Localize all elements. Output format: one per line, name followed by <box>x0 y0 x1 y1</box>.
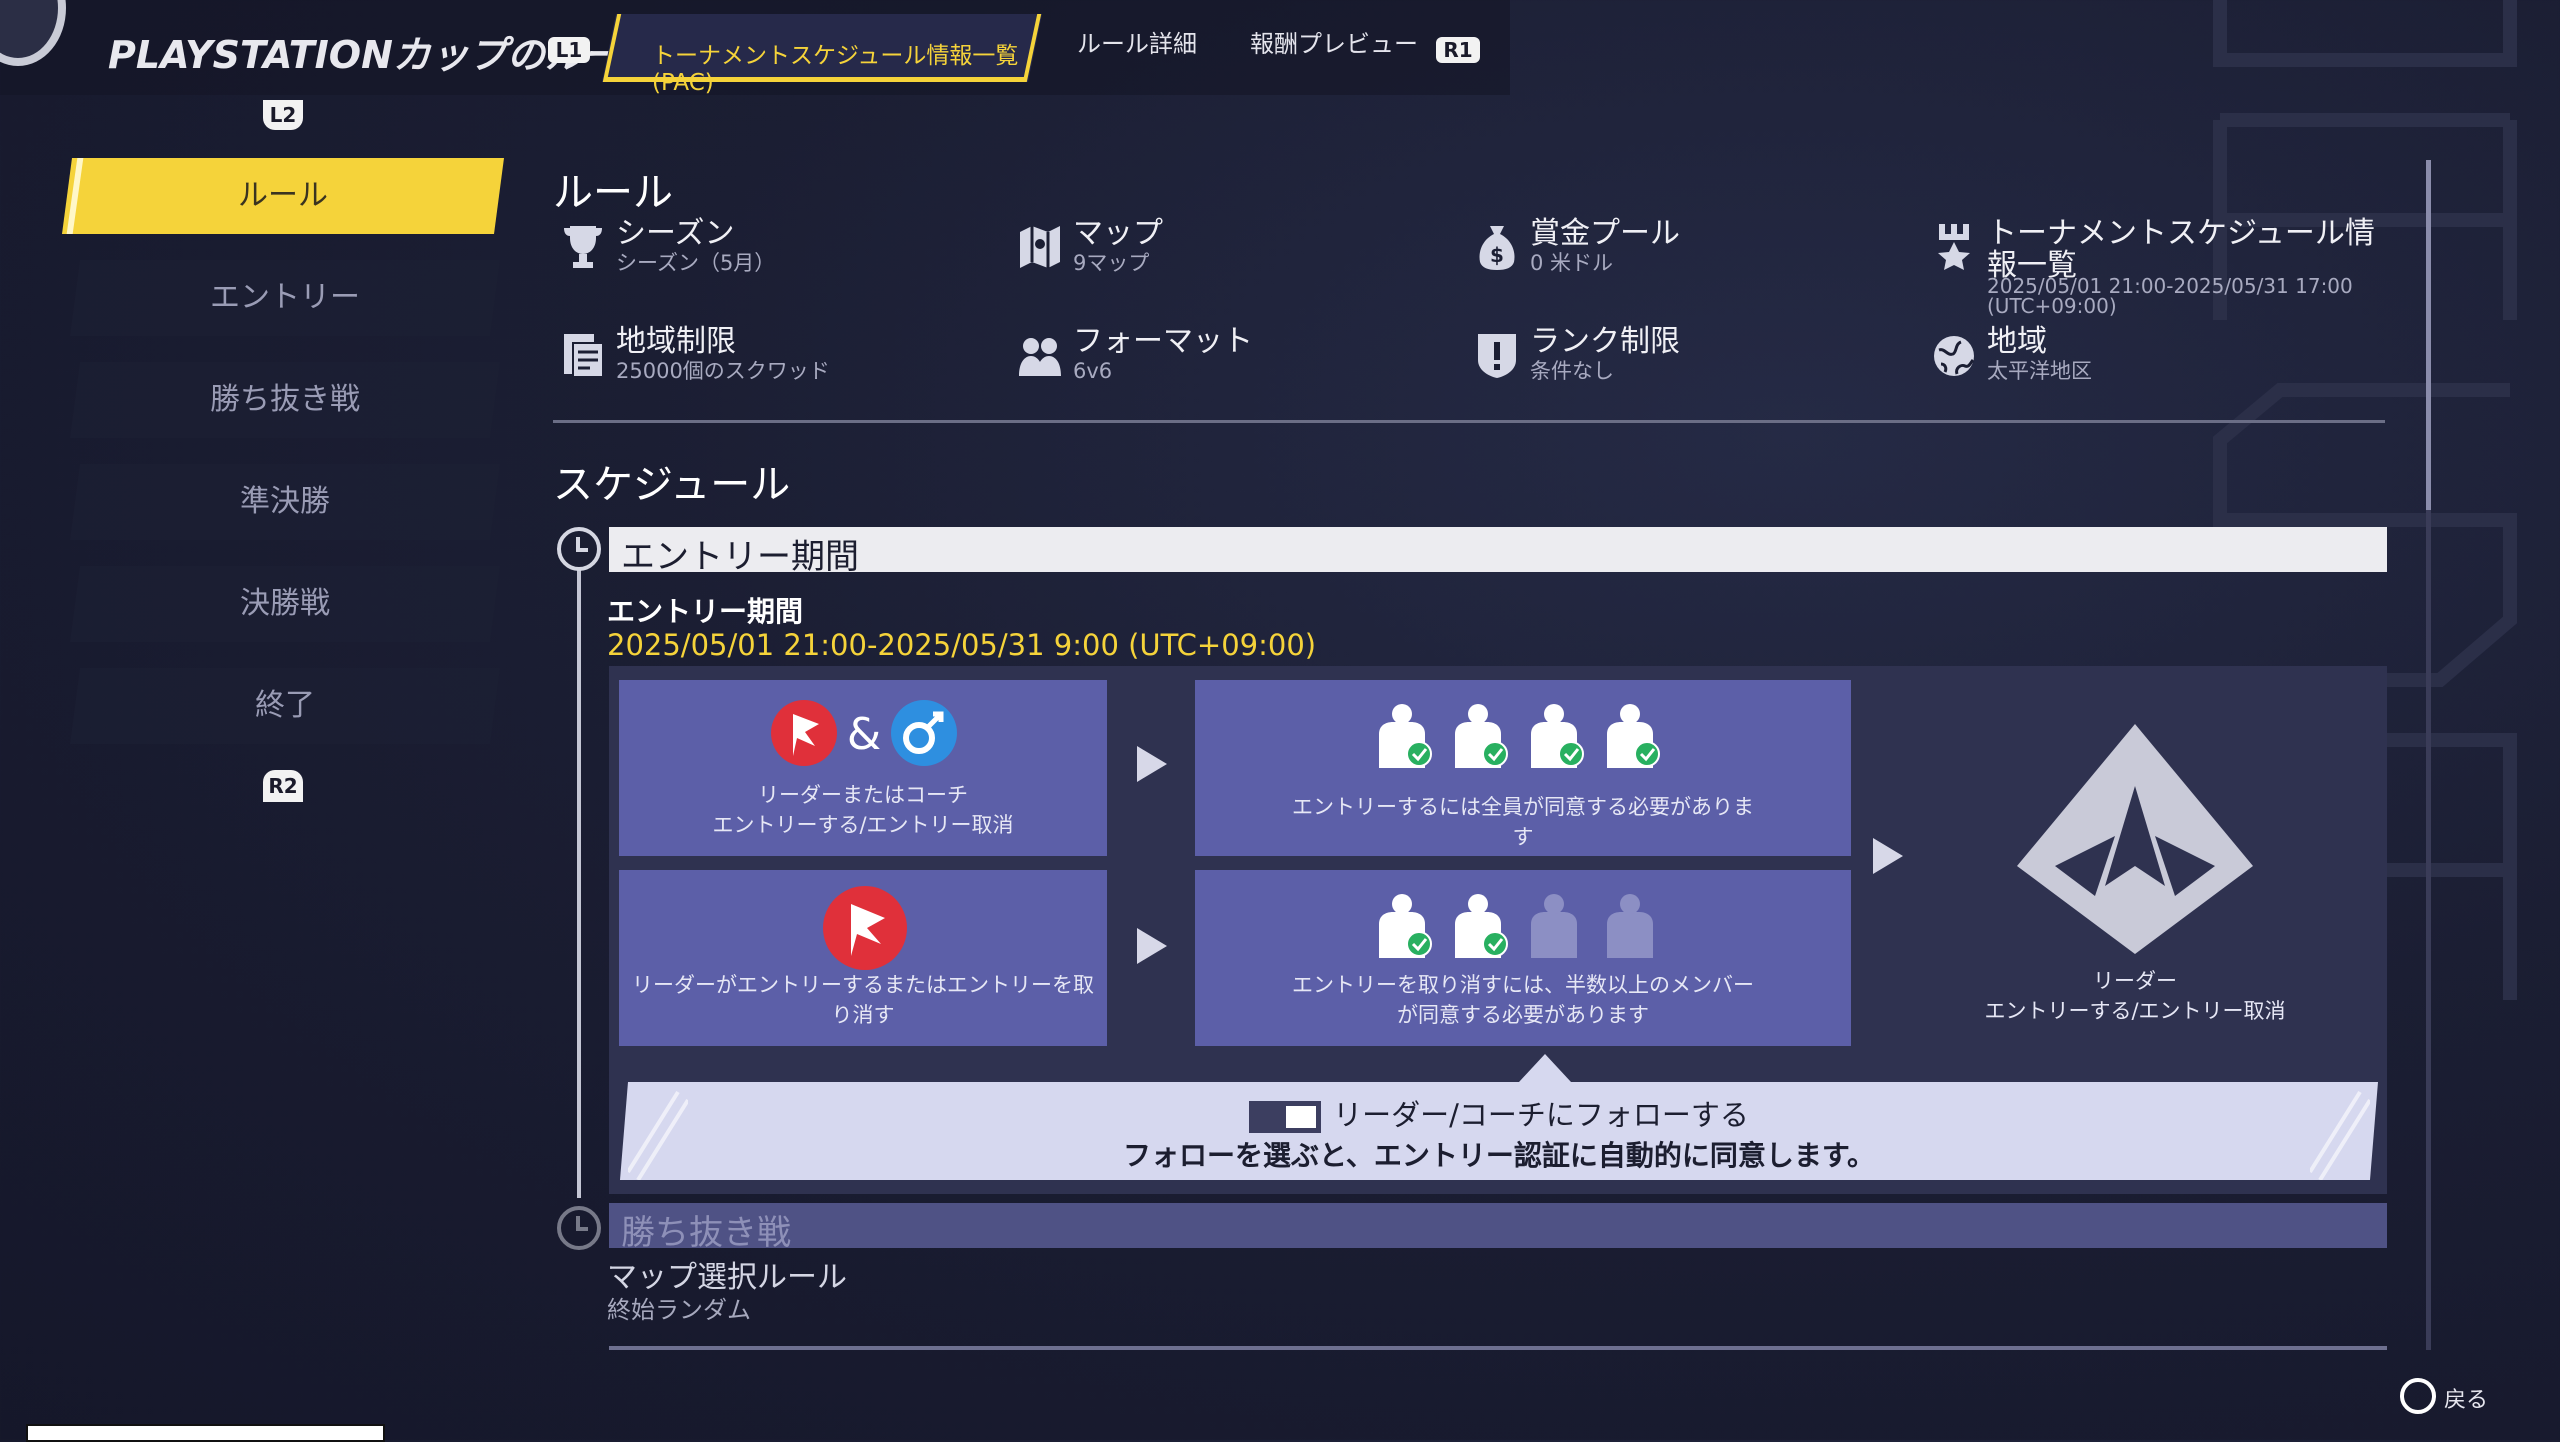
members-agree-icon <box>1379 704 1660 768</box>
players-icon <box>1019 338 1061 376</box>
leader-or-coach-box: & リーダーまたはコーチ エントリーする/エントリー取消 <box>619 680 1107 856</box>
leader-caption: リーダー <box>2093 969 2177 993</box>
sidebar-item-label: ルール <box>238 178 328 213</box>
back-label[interactable]: 戻る <box>2444 1382 2488 1414</box>
document-icon <box>564 334 602 376</box>
svg-text:$: $ <box>1490 243 1504 267</box>
tab-reward-preview[interactable]: 報酬プレビュー <box>1250 24 1418 59</box>
scrollbar-thumb[interactable] <box>2426 160 2431 510</box>
circle-button-icon[interactable] <box>2400 1378 2436 1414</box>
sidebar-item-semifinal[interactable]: 準決勝 <box>70 464 500 540</box>
notice-pointer <box>1519 1054 1571 1082</box>
tab-rule-details[interactable]: ルール詳細 <box>1077 24 1197 59</box>
leader-caption-sub: エントリーする/エントリー取消 <box>1984 999 2286 1023</box>
prize-bag-icon: $ <box>1479 226 1515 270</box>
schedule-heading: スケジュール <box>553 462 791 508</box>
sidebar-item-knockout[interactable]: 勝ち抜き戦 <box>70 362 500 438</box>
section-divider <box>553 420 2385 423</box>
majority-agree-box: エントリーを取り消すには、半数以上のメンバーが同意する必要があります <box>1195 870 1851 1046</box>
team-logo-icon <box>2017 724 2253 954</box>
entry-period-title: エントリー期間 <box>607 595 804 628</box>
l1-button-hint[interactable]: L1 <box>548 37 590 63</box>
leader-flag-icon <box>823 886 907 970</box>
entry-period-bar[interactable]: エントリー期間 <box>609 527 2387 577</box>
follow-toggle-label: リーダー/コーチにフォローする <box>1333 1098 1749 1132</box>
all-agree-box: エントリーするには全員が同意する必要があります <box>1195 680 1851 856</box>
flow-arrow-icon <box>1137 928 1167 964</box>
map-icon <box>1020 226 1060 268</box>
section-end-line <box>609 1346 2387 1350</box>
clock-icon <box>557 527 601 571</box>
tab-tournament-schedule[interactable]: トーナメントスケジュール情報一覧 (PAC) <box>602 14 1042 96</box>
flow-arrow-icon <box>1137 746 1167 782</box>
star-tower-icon <box>1938 224 1970 270</box>
rules-heading: ルール <box>553 170 673 216</box>
r2-button-hint[interactable]: R2 <box>263 770 303 802</box>
entry-period-date: 2025/05/01 21:00-2025/05/31 9:00 (UTC+09… <box>607 628 1317 662</box>
rank-shield-icon <box>1478 334 1516 378</box>
follow-notice: リーダー/コーチにフォローする フォローを選ぶと、エントリー認証に自動的に同意し… <box>620 1082 2378 1180</box>
follow-toggle[interactable] <box>1249 1101 1321 1133</box>
knockout-bar[interactable]: 勝ち抜き戦 <box>609 1203 2387 1253</box>
sidebar-item-end[interactable]: 終了 <box>70 668 500 744</box>
clock-icon <box>557 1206 601 1250</box>
loading-bar <box>26 1424 385 1442</box>
sidebar-item-entry[interactable]: エントリー <box>70 260 500 336</box>
tab-label: トーナメントスケジュール情報一覧 (PAC) <box>652 43 1019 96</box>
flow-arrow-icon <box>1873 838 1903 874</box>
sidebar-item-final[interactable]: 決勝戦 <box>70 566 500 642</box>
members-majority-icon <box>1379 894 1653 958</box>
map-rule-value: 終始ランダム <box>607 1296 751 1324</box>
ampersand: & <box>846 709 882 760</box>
schedule-timeline <box>577 568 581 1198</box>
follow-notice-desc: フォローを選ぶと、エントリー認証に自動的に同意します。 <box>1122 1139 1876 1172</box>
leader-entry-box: リーダーがエントリーするまたはエントリーを取り消す <box>619 870 1107 1046</box>
sidebar-item-rules[interactable]: ルール <box>62 158 504 234</box>
globe-icon <box>1934 336 1975 376</box>
trophy-icon <box>564 226 602 268</box>
r1-button-hint[interactable]: R1 <box>1436 37 1480 63</box>
l2-button-hint[interactable]: L2 <box>263 100 303 130</box>
